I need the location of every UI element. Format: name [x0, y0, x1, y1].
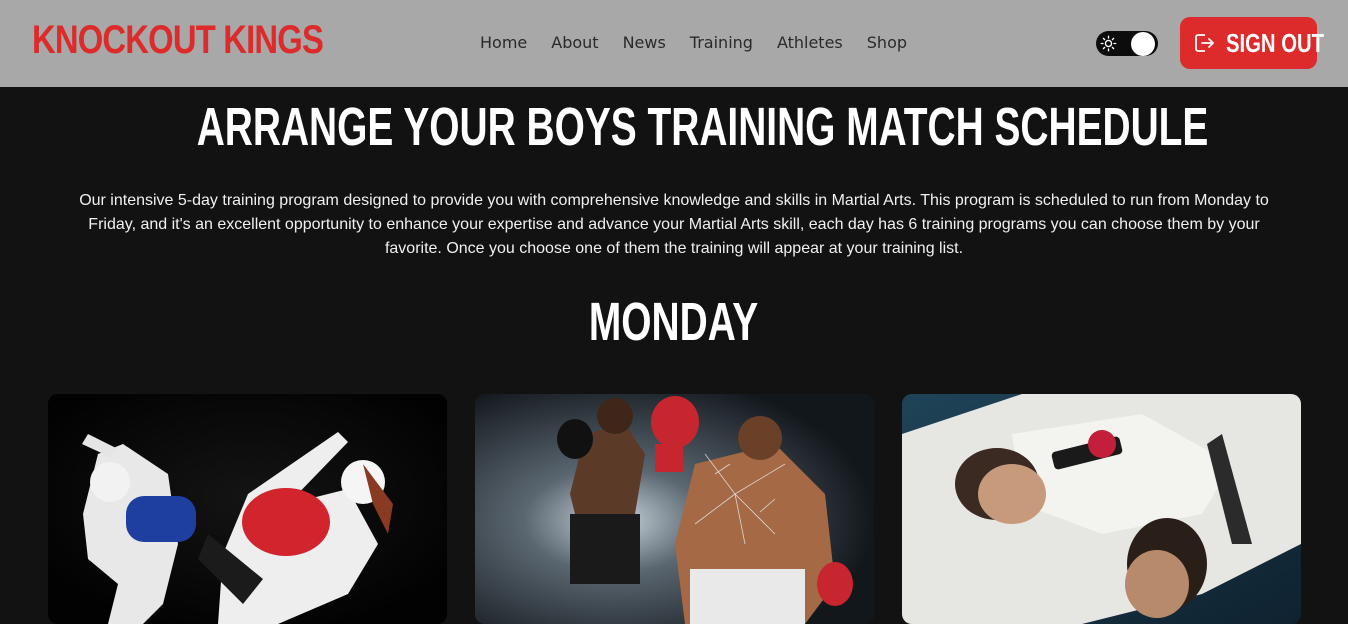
site-header: KNOCKOUT KINGS Home About News Training … [0, 0, 1348, 87]
sun-icon [1100, 35, 1117, 52]
program-description: Our intensive 5-day training program des… [79, 192, 1269, 257]
page-title: ARRANGE YOUR BOYS TRAINING MATCH SCHEDUL… [196, 97, 1209, 157]
training-card-taekwondo[interactable] [48, 394, 447, 624]
jiu-jitsu-grapple-photo [902, 394, 1301, 624]
nav-training[interactable]: Training [690, 31, 753, 55]
training-card-boxing[interactable] [475, 394, 874, 624]
nav-home[interactable]: Home [480, 31, 527, 55]
training-card-jiu-jitsu[interactable] [902, 394, 1301, 624]
nav-shop[interactable]: Shop [867, 31, 907, 55]
nav-athletes[interactable]: Athletes [777, 31, 843, 55]
sign-out-button[interactable]: SIGN OUT [1180, 17, 1324, 69]
logo[interactable]: KNOCKOUT KINGS [32, 18, 324, 62]
day-heading: MONDAY [589, 292, 759, 352]
nav-news[interactable]: News [623, 31, 666, 55]
theme-toggle[interactable] [1096, 31, 1158, 56]
logout-icon [1195, 34, 1214, 52]
boxing-punch-photo [475, 394, 874, 624]
nav-about[interactable]: About [551, 31, 598, 55]
toggle-knob [1131, 32, 1155, 56]
sign-out-label: SIGN OUT [1226, 28, 1325, 58]
main-nav: Home About News Training Athletes Shop [480, 31, 931, 55]
taekwondo-kick-photo [48, 394, 447, 624]
